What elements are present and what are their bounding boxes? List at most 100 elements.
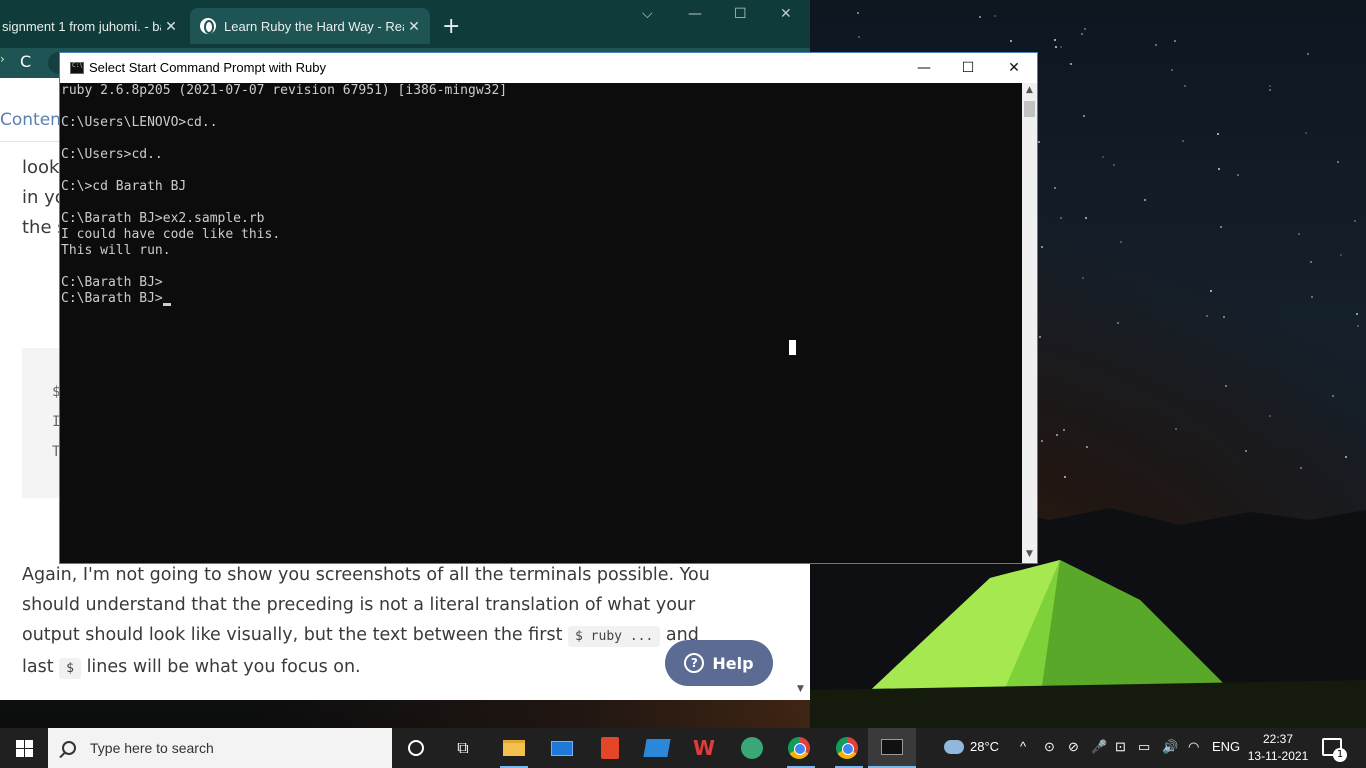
terminal-line: [61, 195, 1022, 211]
chrome-profile-icon[interactable]: [835, 736, 859, 760]
cmd-titlebar[interactable]: Select Start Command Prompt with Ruby — …: [60, 53, 1037, 83]
star: [1300, 467, 1302, 469]
star: [1311, 296, 1313, 298]
scroll-down-icon[interactable]: ▼: [1022, 549, 1037, 559]
page-scrollbar[interactable]: [794, 560, 810, 700]
star: [1055, 46, 1057, 48]
terminal-prompt-line[interactable]: C:\Barath BJ>: [61, 291, 1022, 307]
star: [1305, 132, 1307, 134]
star: [1340, 254, 1342, 256]
star: [1269, 85, 1271, 87]
terminal-output[interactable]: ruby 2.6.8p205 (2021-07-07 revision 6795…: [60, 83, 1022, 563]
cortana-icon[interactable]: [404, 736, 428, 760]
star: [1171, 69, 1173, 71]
body-text: look: [22, 157, 59, 178]
tab-learn-ruby[interactable]: Learn Ruby the Hard Way - Read ✕: [190, 8, 430, 44]
battery-icon[interactable]: ▭: [1138, 739, 1150, 755]
search-placeholder: Type here to search: [90, 740, 214, 756]
tab-assignment[interactable]: signment 1 from juhomi. - bar ✕: [0, 8, 187, 44]
minimize-button[interactable]: —: [901, 53, 947, 83]
wifi-icon[interactable]: ◠: [1188, 739, 1199, 755]
clock[interactable]: 22:37 13-11-2021: [1246, 731, 1310, 765]
minimize-button[interactable]: —: [688, 6, 702, 22]
text-cursor: [163, 303, 171, 306]
new-tab-button[interactable]: +: [442, 14, 460, 39]
inline-code: $ ruby ...: [568, 626, 660, 647]
cmd-app-icon: [70, 62, 84, 74]
onedrive-icon[interactable]: ⊘: [1068, 739, 1079, 755]
terminal-line: C:\>cd Barath BJ: [61, 179, 1022, 195]
scroll-up-icon[interactable]: ▲: [1022, 85, 1037, 95]
notification-badge: 1: [1333, 748, 1347, 762]
weather-widget[interactable]: 28°C: [944, 739, 999, 754]
star: [858, 36, 860, 38]
scroll-thumb[interactable]: [1024, 101, 1035, 117]
reload-icon[interactable]: C: [20, 52, 31, 71]
star: [1113, 164, 1115, 166]
star: [1039, 336, 1041, 338]
terminal-line: [61, 99, 1022, 115]
wps-office-icon[interactable]: W: [692, 736, 716, 760]
task-view-icon[interactable]: ⧉: [451, 736, 475, 760]
language-indicator[interactable]: ENG: [1212, 739, 1240, 754]
inline-code: $: [59, 658, 81, 679]
powershell-icon[interactable]: [645, 736, 669, 760]
star: [1054, 187, 1056, 189]
tab-label: signment 1 from juhomi. - bar: [2, 19, 161, 34]
mouse-text-cursor: [789, 340, 796, 355]
close-button[interactable]: ✕: [991, 53, 1037, 83]
terminal-line: C:\Users>cd..: [61, 147, 1022, 163]
close-icon[interactable]: ✕: [404, 18, 424, 35]
star: [1182, 140, 1184, 142]
star: [1083, 115, 1085, 117]
maximize-button[interactable]: ☐: [945, 53, 991, 83]
show-hidden-icons[interactable]: ^: [1020, 739, 1026, 754]
terminal-line: [61, 163, 1022, 179]
star: [1223, 316, 1225, 318]
command-prompt-taskbar-icon[interactable]: [868, 728, 916, 768]
search-box[interactable]: Type here to search: [48, 728, 392, 768]
close-icon[interactable]: ✕: [161, 18, 181, 35]
article-paragraph: Again, I'm not going to show you screens…: [22, 560, 722, 684]
clock-time: 22:37: [1246, 731, 1310, 748]
terminal-scrollbar[interactable]: ▲ ▼: [1022, 83, 1037, 563]
terminal-line: ruby 2.6.8p205 (2021-07-07 revision 6795…: [61, 83, 1022, 99]
window-title: Select Start Command Prompt with Ruby: [89, 60, 326, 75]
chrome-icon[interactable]: [787, 736, 811, 760]
scroll-down-icon[interactable]: ▼: [797, 684, 804, 694]
command-prompt-window[interactable]: Select Start Command Prompt with Ruby — …: [59, 52, 1038, 564]
close-button[interactable]: ✕: [780, 6, 792, 22]
microphone-icon[interactable]: 🎤: [1091, 739, 1107, 755]
help-button[interactable]: ? Help: [665, 640, 773, 686]
paragraph-text: lines will be what you focus on.: [87, 657, 361, 677]
star: [1220, 226, 1222, 228]
meet-now-icon[interactable]: ⊙: [1044, 739, 1055, 755]
back-arrow-icon[interactable]: ›: [0, 52, 5, 66]
terminal-line: C:\Barath BJ>ex2.sample.rb: [61, 211, 1022, 227]
taskbar: Type here to search ⧉ W 28°C ^ ⊙ ⊘ 🎤 ⊡ ▭…: [0, 728, 1366, 768]
contents-link[interactable]: Content: [0, 110, 68, 130]
terminal-line: [61, 259, 1022, 275]
camera-icon[interactable]: ⊡: [1115, 739, 1126, 755]
tab-search-icon[interactable]: ⌵: [642, 6, 653, 22]
star: [1064, 476, 1066, 478]
help-label: Help: [712, 654, 753, 673]
cloud-icon: [944, 740, 964, 754]
file-explorer-icon[interactable]: [502, 736, 526, 760]
search-icon: [62, 741, 76, 755]
star: [1144, 199, 1146, 201]
terminal-line: I could have code like this.: [61, 227, 1022, 243]
maximize-button[interactable]: ☐: [734, 6, 747, 22]
mail-icon[interactable]: [550, 736, 574, 760]
star: [1345, 456, 1347, 458]
office-icon[interactable]: [598, 736, 622, 760]
terminal-line: C:\Barath BJ>: [61, 275, 1022, 291]
terminal-line: This will run.: [61, 243, 1022, 259]
start-button[interactable]: [0, 728, 48, 768]
question-icon: ?: [684, 653, 704, 673]
globe-icon: [200, 18, 216, 34]
star: [1010, 40, 1012, 42]
atom-editor-icon[interactable]: [740, 736, 764, 760]
volume-icon[interactable]: 🔊: [1162, 739, 1178, 755]
star: [1357, 325, 1359, 327]
